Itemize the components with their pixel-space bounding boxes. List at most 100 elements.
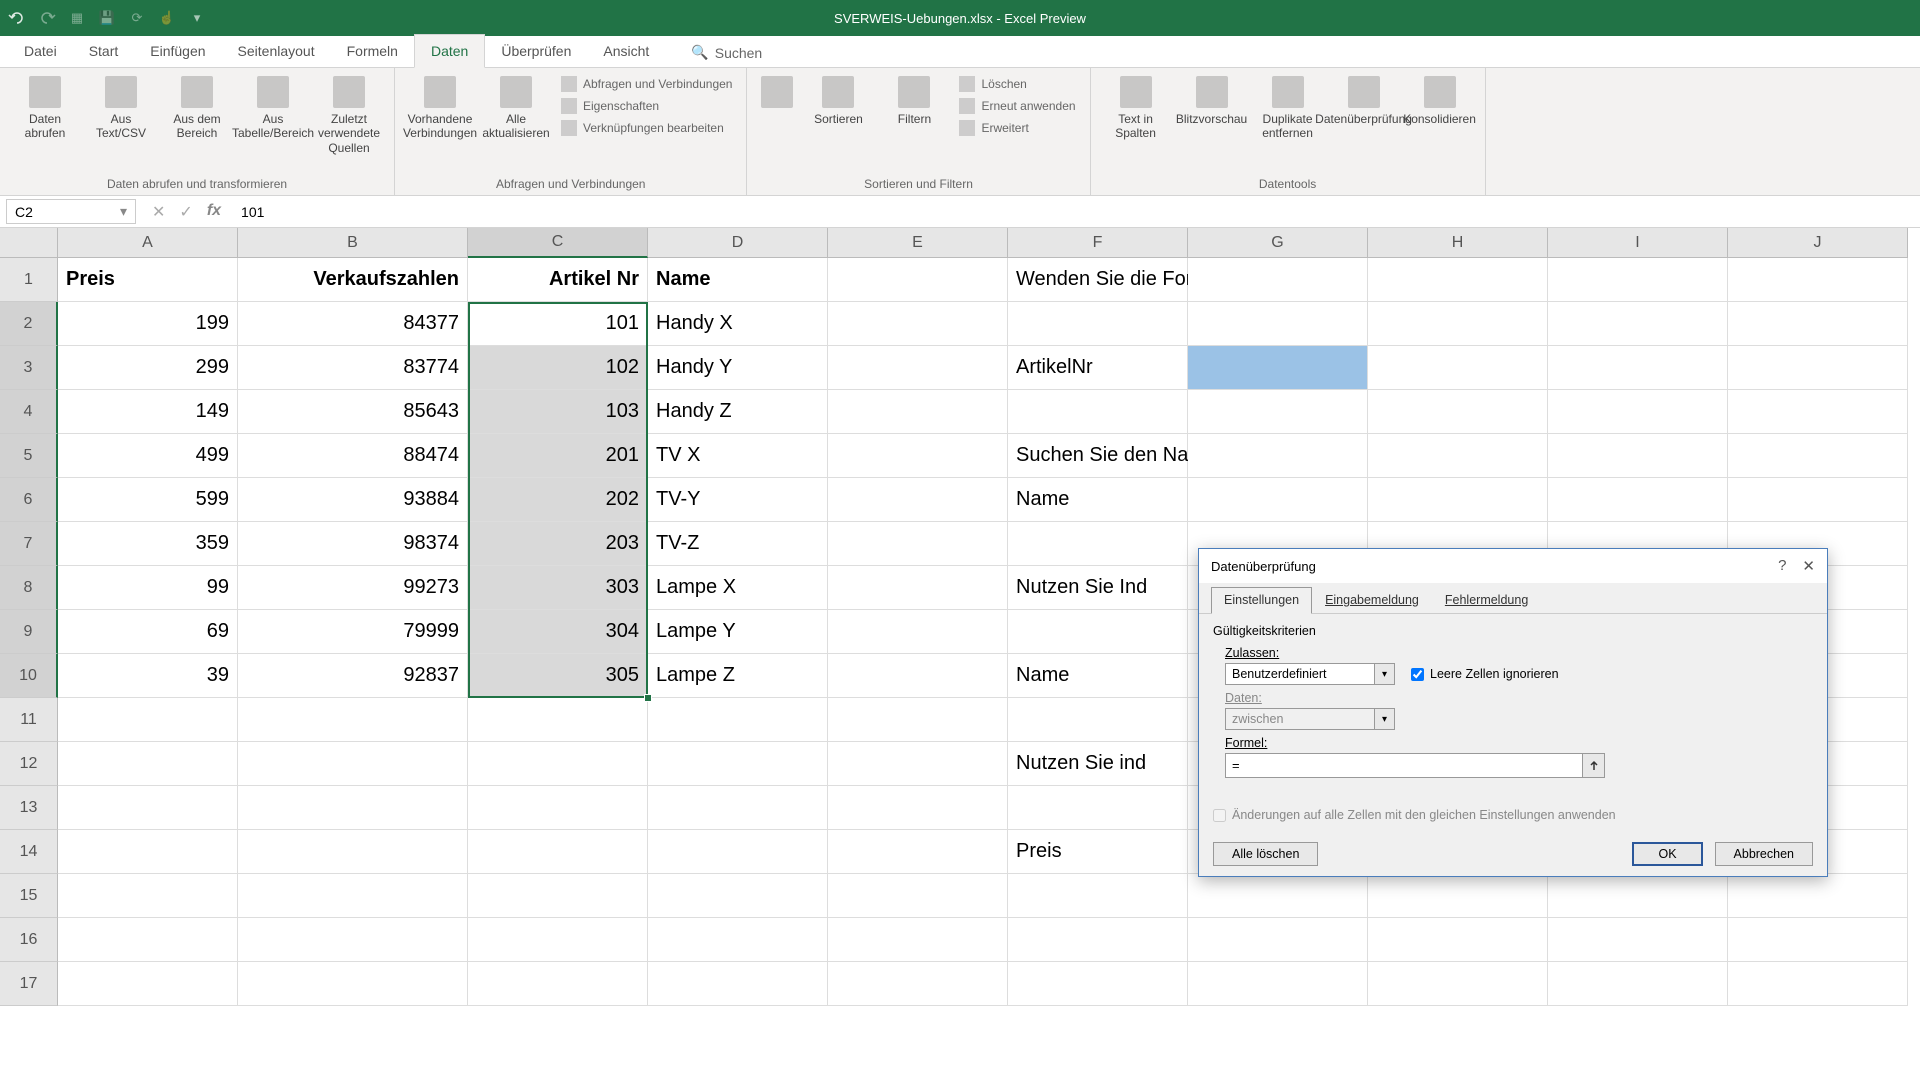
- cell[interactable]: Artikel Nr: [468, 258, 648, 302]
- cell[interactable]: Nutzen Sie Ind: [1008, 566, 1188, 610]
- cell[interactable]: [1548, 434, 1728, 478]
- cell[interactable]: Handy Z: [648, 390, 828, 434]
- formula-input[interactable]: [231, 200, 1920, 224]
- cell[interactable]: [238, 698, 468, 742]
- tab-insert[interactable]: Einfügen: [134, 35, 221, 67]
- cell[interactable]: 98374: [238, 522, 468, 566]
- column-header[interactable]: A: [58, 228, 238, 258]
- ok-button[interactable]: OK: [1632, 842, 1702, 866]
- formula-input[interactable]: [1225, 753, 1583, 778]
- row-header[interactable]: 3: [0, 346, 58, 390]
- cell[interactable]: [1008, 874, 1188, 918]
- cell[interactable]: [1188, 302, 1368, 346]
- cell[interactable]: [828, 566, 1008, 610]
- ignore-blank-checkbox[interactable]: Leere Zellen ignorieren: [1411, 667, 1559, 681]
- column-header[interactable]: F: [1008, 228, 1188, 258]
- cell[interactable]: Preis: [58, 258, 238, 302]
- column-header[interactable]: C: [468, 228, 648, 258]
- allow-select[interactable]: ▾: [1225, 663, 1395, 685]
- cell[interactable]: [1368, 346, 1548, 390]
- row-header[interactable]: 5: [0, 434, 58, 478]
- cell[interactable]: [828, 478, 1008, 522]
- cell[interactable]: [1548, 874, 1728, 918]
- advanced-filter-button[interactable]: Erweitert: [955, 118, 1079, 138]
- column-header[interactable]: G: [1188, 228, 1368, 258]
- cell[interactable]: 599: [58, 478, 238, 522]
- remove-dupes-button[interactable]: Duplikate entfernen: [1253, 74, 1323, 143]
- cell[interactable]: [828, 698, 1008, 742]
- text-to-columns-button[interactable]: Text in Spalten: [1101, 74, 1171, 143]
- tab-home[interactable]: Start: [73, 35, 135, 67]
- cell[interactable]: [828, 830, 1008, 874]
- cell[interactable]: Suchen Sie den Namen des Produkts mit SV…: [1008, 434, 1188, 478]
- help-icon[interactable]: ?: [1778, 557, 1786, 575]
- cell[interactable]: 99: [58, 566, 238, 610]
- undo-icon[interactable]: [8, 9, 26, 27]
- row-header[interactable]: 1: [0, 258, 58, 302]
- column-header[interactable]: H: [1368, 228, 1548, 258]
- cell[interactable]: ArtikelNr: [1008, 346, 1188, 390]
- cell[interactable]: [1008, 610, 1188, 654]
- cell[interactable]: [1008, 698, 1188, 742]
- cell[interactable]: Handy X: [648, 302, 828, 346]
- cell[interactable]: TV-Z: [648, 522, 828, 566]
- queries-button[interactable]: Abfragen und Verbindungen: [557, 74, 736, 94]
- cell[interactable]: 199: [58, 302, 238, 346]
- cell[interactable]: [828, 522, 1008, 566]
- name-box[interactable]: C2 ▾: [6, 199, 136, 224]
- filter-button[interactable]: Filtern: [879, 74, 949, 128]
- cell[interactable]: [468, 962, 648, 1006]
- tab-file[interactable]: Datei: [8, 35, 73, 67]
- cell[interactable]: Preis: [1008, 830, 1188, 874]
- cell[interactable]: 102: [468, 346, 648, 390]
- cell[interactable]: [828, 390, 1008, 434]
- column-header[interactable]: D: [648, 228, 828, 258]
- cell[interactable]: Name: [1008, 478, 1188, 522]
- cell[interactable]: [828, 434, 1008, 478]
- row-header[interactable]: 17: [0, 962, 58, 1006]
- row-header[interactable]: 9: [0, 610, 58, 654]
- allow-value[interactable]: [1225, 663, 1375, 685]
- cell[interactable]: [238, 786, 468, 830]
- cell[interactable]: TV X: [648, 434, 828, 478]
- cell[interactable]: [1188, 874, 1368, 918]
- cell[interactable]: [468, 830, 648, 874]
- cell[interactable]: [1728, 390, 1908, 434]
- cell[interactable]: [1368, 918, 1548, 962]
- cell[interactable]: [1368, 390, 1548, 434]
- from-table-button[interactable]: Aus Tabelle/Bereich: [238, 74, 308, 143]
- cell[interactable]: [1548, 258, 1728, 302]
- cell[interactable]: [58, 918, 238, 962]
- cell[interactable]: [1368, 302, 1548, 346]
- cell[interactable]: [648, 830, 828, 874]
- cell[interactable]: [1188, 962, 1368, 1006]
- cell[interactable]: 79999: [238, 610, 468, 654]
- cell[interactable]: [1728, 258, 1908, 302]
- cell[interactable]: [1008, 302, 1188, 346]
- cell[interactable]: [828, 654, 1008, 698]
- from-text-button[interactable]: Aus Text/CSV: [86, 74, 156, 143]
- cell[interactable]: 299: [58, 346, 238, 390]
- data-validation-button[interactable]: Datenüberprüfung: [1329, 74, 1399, 128]
- cell[interactable]: Handy Y: [648, 346, 828, 390]
- cell[interactable]: Wenden Sie die Formel jeweils in der Grü…: [1008, 258, 1188, 302]
- cell[interactable]: Nutzen Sie ind: [1008, 742, 1188, 786]
- properties-button[interactable]: Eigenschaften: [557, 96, 736, 116]
- cell[interactable]: 149: [58, 390, 238, 434]
- refresh-icon[interactable]: ⟳: [128, 9, 146, 27]
- cell[interactable]: [1368, 962, 1548, 1006]
- cell[interactable]: [468, 874, 648, 918]
- row-header[interactable]: 8: [0, 566, 58, 610]
- row-header[interactable]: 16: [0, 918, 58, 962]
- cell[interactable]: [648, 742, 828, 786]
- flash-fill-button[interactable]: Blitzvorschau: [1177, 74, 1247, 128]
- cell[interactable]: 304: [468, 610, 648, 654]
- cell[interactable]: [648, 918, 828, 962]
- cell[interactable]: [1188, 434, 1368, 478]
- tab-formulas[interactable]: Formeln: [331, 35, 414, 67]
- cell[interactable]: [1548, 390, 1728, 434]
- cell[interactable]: Verkaufszahlen: [238, 258, 468, 302]
- cell[interactable]: 303: [468, 566, 648, 610]
- select-all-corner[interactable]: [0, 228, 58, 258]
- cell[interactable]: [828, 346, 1008, 390]
